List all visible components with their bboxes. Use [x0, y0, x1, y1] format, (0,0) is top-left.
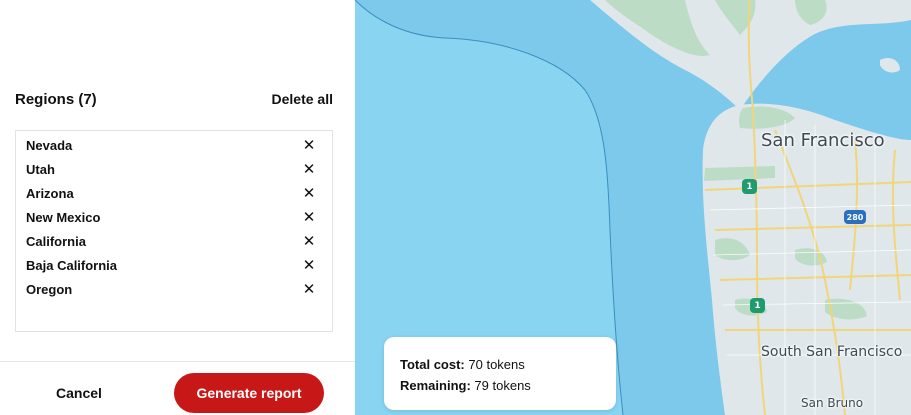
total-cost-label: Total cost:	[400, 357, 465, 372]
city-label-south-san-francisco: South San Francisco	[761, 344, 903, 360]
route-1-shield-label: 1	[746, 181, 753, 192]
close-icon[interactable]: ✕	[302, 209, 316, 226]
route-1-shield: 1	[750, 298, 765, 313]
route-280-shield: 280	[844, 210, 866, 224]
close-icon[interactable]: ✕	[302, 281, 316, 298]
generate-report-button[interactable]: Generate report	[174, 373, 324, 413]
panel-footer: Cancel Generate report	[0, 361, 355, 415]
remaining-value: 79 tokens	[474, 378, 531, 393]
region-name: Arizona	[26, 185, 74, 201]
region-name: Oregon	[26, 281, 73, 297]
list-item: Oregon ✕	[16, 277, 332, 301]
list-item: California ✕	[16, 229, 332, 253]
close-icon[interactable]: ✕	[302, 161, 316, 178]
total-cost-line: Total cost: 70 tokens	[400, 354, 616, 375]
close-icon[interactable]: ✕	[302, 233, 316, 250]
delete-all-button[interactable]: Delete all	[272, 91, 333, 107]
city-label-san-bruno: San Bruno	[801, 396, 864, 410]
region-name: New Mexico	[26, 209, 101, 225]
region-name: Baja California	[26, 257, 118, 273]
region-panel: Regions (7) Delete all Nevada ✕ Utah ✕ A…	[0, 0, 355, 415]
remaining-line: Remaining: 79 tokens	[400, 375, 616, 396]
remaining-label: Remaining:	[400, 378, 471, 393]
route-280-shield-label: 280	[846, 212, 864, 222]
total-cost-value: 70 tokens	[468, 357, 525, 372]
region-name: Utah	[26, 161, 55, 177]
city-label-san-francisco: San Francisco	[761, 130, 885, 151]
region-list: Nevada ✕ Utah ✕ Arizona ✕ New Mexico ✕ C…	[15, 130, 333, 332]
close-icon[interactable]: ✕	[302, 137, 316, 154]
list-item: Nevada ✕	[16, 133, 332, 157]
app-root: Regions (7) Delete all Nevada ✕ Utah ✕ A…	[0, 0, 911, 415]
region-name: California	[26, 233, 86, 249]
route-1-shield: 1	[742, 179, 757, 194]
list-item: Arizona ✕	[16, 181, 332, 205]
close-icon[interactable]: ✕	[302, 257, 316, 274]
list-item: Baja California ✕	[16, 253, 332, 277]
cost-summary-box: Total cost: 70 tokens Remaining: 79 toke…	[384, 337, 616, 410]
region-name: Nevada	[26, 137, 73, 153]
list-item: New Mexico ✕	[16, 205, 332, 229]
regions-title: Regions (7)	[15, 90, 97, 108]
close-icon[interactable]: ✕	[302, 185, 316, 202]
route-1-shield-label: 1	[754, 300, 761, 311]
regions-header: Regions (7) Delete all	[15, 88, 333, 110]
list-item: Utah ✕	[16, 157, 332, 181]
cancel-button[interactable]: Cancel	[36, 379, 122, 407]
